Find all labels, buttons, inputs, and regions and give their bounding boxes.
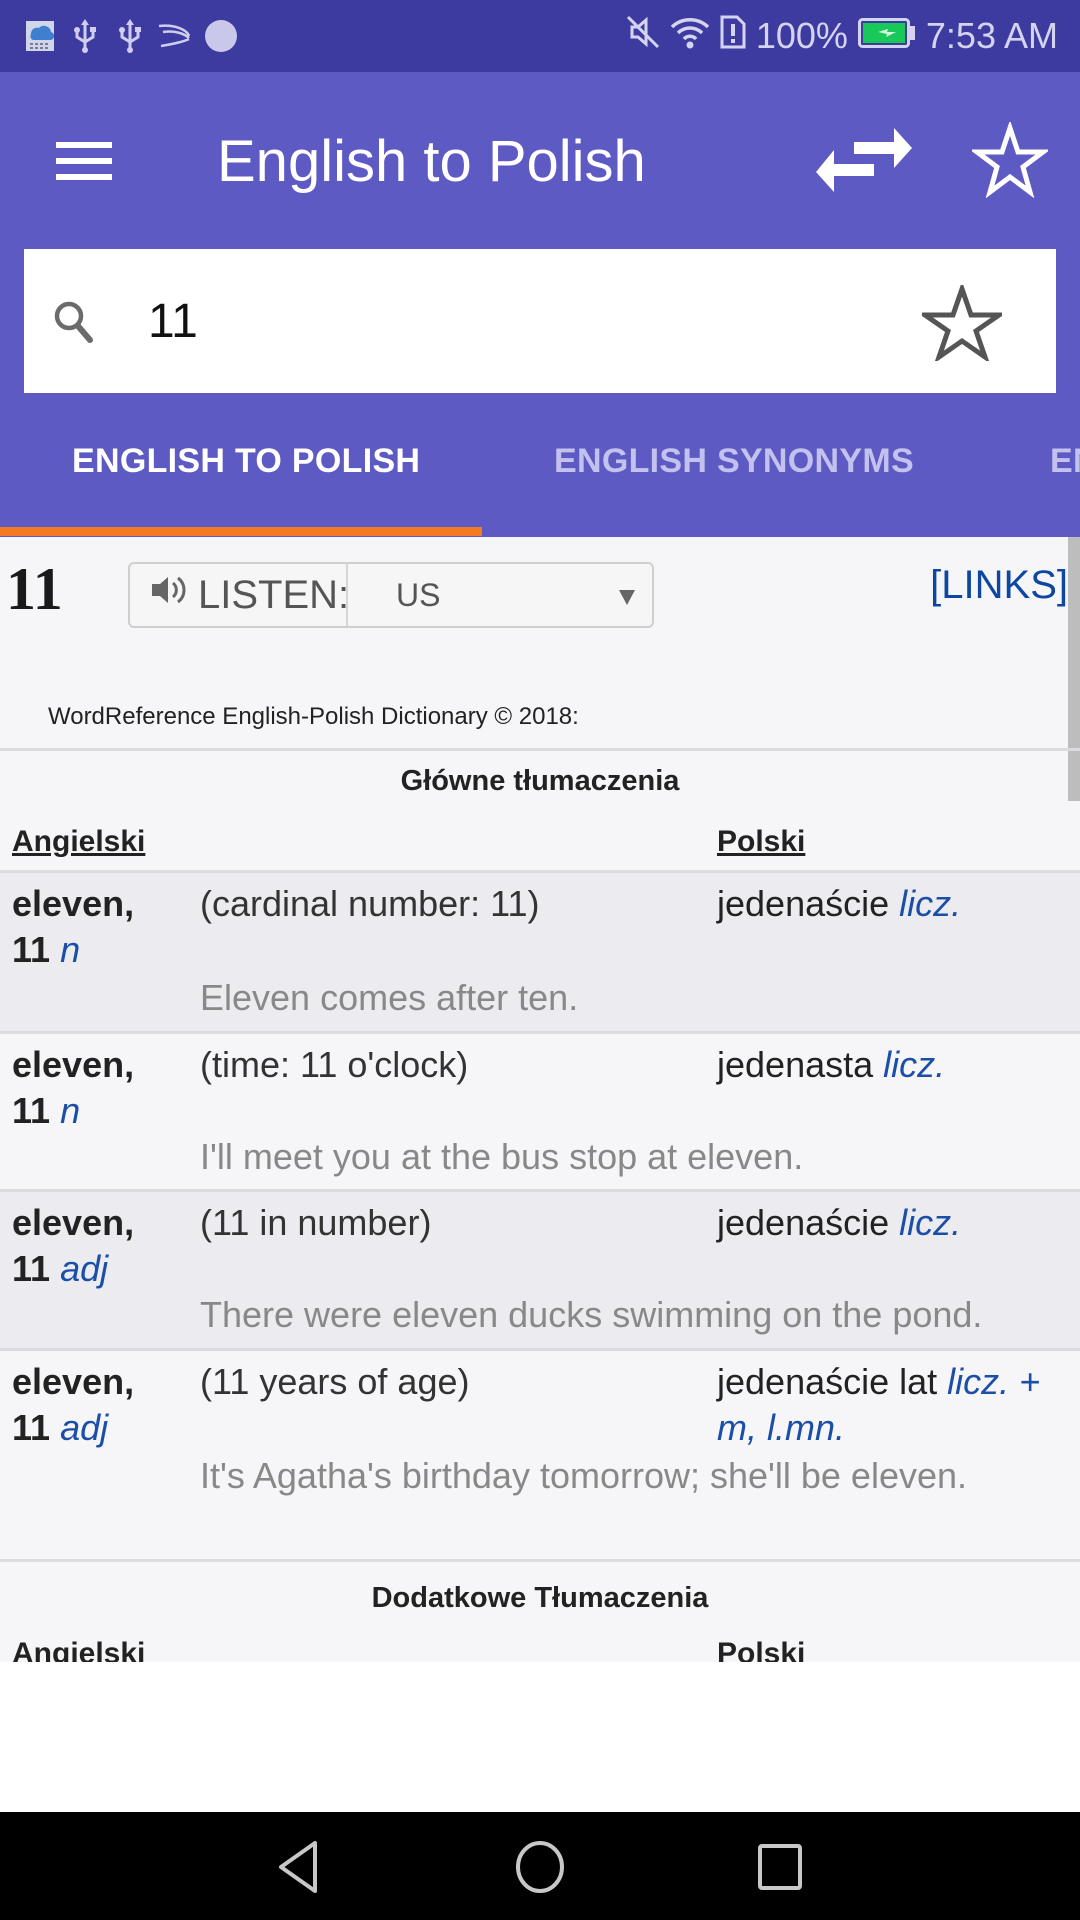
sense-description: (11 in number) (200, 1202, 432, 1243)
hamburger-menu-icon[interactable] (46, 134, 114, 190)
tab-english-partial[interactable]: EN (1050, 393, 1080, 529)
column-header-english: Angielski (12, 1637, 146, 1662)
recents-square-icon[interactable] (740, 1834, 820, 1900)
translation-row: eleven, 11 n (cardinal number: 11) jedena… (0, 873, 1080, 1031)
tab-english-synonyms[interactable]: ENGLISH SYNONYMS (554, 393, 914, 529)
mute-icon (626, 15, 660, 58)
status-right: 100% 7:53 AM (626, 0, 1058, 72)
column-header-polish: Polski (717, 1637, 806, 1662)
swiftkey-icon (156, 18, 192, 54)
dropdown-arrow-icon (618, 578, 636, 615)
accent-select[interactable]: US (350, 564, 650, 626)
sense-description: (time: 11 o'clock) (200, 1044, 469, 1085)
translation-row: eleven, 11 n (time: 11 o'clock) jedenasta… (0, 1034, 1080, 1189)
divider (0, 1559, 1080, 1562)
grammar-note: licz. (899, 883, 962, 924)
add-favorite-star-icon[interactable] (917, 281, 1007, 364)
column-header-polish: Polski (717, 825, 806, 858)
speaker-icon (150, 572, 188, 618)
polish-translation: jedenaście licz. (717, 883, 962, 924)
tab-bar: ENGLISH TO POLISH ENGLISH SYNONYMS EN (0, 393, 1080, 537)
home-circle-icon[interactable] (500, 1834, 580, 1900)
usb-icon (115, 18, 145, 54)
polish-translation: jedenaście licz. (717, 1202, 962, 1243)
example-sentence: It's Agatha's birthday tomorrow; she'll … (200, 1455, 968, 1496)
usb-icon (70, 18, 100, 54)
polish-translation: jedenasta licz. (717, 1044, 946, 1085)
tab-english-to-polish[interactable]: ENGLISH TO POLISH (72, 393, 420, 529)
dictionary-content[interactable]: 11 LISTEN: US [LINKS] WordReference Engl… (0, 537, 1080, 1662)
sense-description: (cardinal number: 11) (200, 883, 540, 924)
star-outline-icon[interactable] (969, 120, 1051, 199)
scrollbar[interactable] (1068, 537, 1080, 801)
active-tab-indicator (0, 527, 482, 536)
grammar-note: licz. (899, 1202, 962, 1243)
listen-control[interactable]: LISTEN: US (128, 562, 654, 628)
translation-row: eleven, 11 adj (11 in number) jedenaście … (0, 1192, 1080, 1348)
english-term: eleven, 11 adj (12, 1202, 135, 1289)
status-bar: 100% 7:53 AM (0, 0, 1080, 72)
translation-row: eleven, 11 adj (11 years of age) jedenaśc… (0, 1351, 1080, 1559)
part-of-speech: adj (60, 1407, 109, 1448)
dictionary-copyright: WordReference English-Polish Dictionary … (48, 703, 579, 730)
search-bar-area (0, 249, 1080, 393)
sim-alert-icon (720, 15, 746, 58)
example-sentence: There were eleven ducks swimming on the … (200, 1294, 983, 1335)
sense-description: (11 years of age) (200, 1361, 470, 1402)
headword: 11 (6, 556, 63, 622)
app-bar: English to Polish (0, 72, 1080, 249)
back-triangle-icon[interactable] (260, 1834, 340, 1900)
english-term: eleven, 11 adj (12, 1361, 135, 1448)
main-translations-title: Główne tłumaczenia (400, 765, 680, 797)
search-icon[interactable] (52, 299, 96, 345)
english-term: eleven, 11 n (12, 1044, 135, 1131)
swap-languages-icon[interactable] (812, 120, 916, 200)
wifi-icon (670, 15, 710, 58)
english-term: eleven, 11 n (12, 883, 135, 970)
listen-label: LISTEN: (198, 572, 350, 617)
battery-percent: 100% (755, 15, 848, 56)
accent-selected-value: US (396, 576, 441, 613)
weather-widget-icon (24, 18, 56, 54)
battery-charging-icon (857, 15, 916, 57)
app-title: English to Polish (217, 129, 646, 194)
part-of-speech: n (60, 929, 81, 970)
search-input[interactable] (148, 279, 828, 363)
example-sentence: Eleven comes after ten. (200, 977, 579, 1018)
part-of-speech: n (60, 1090, 81, 1131)
search-box[interactable] (24, 249, 1056, 393)
listen-button[interactable]: LISTEN: (130, 564, 350, 626)
additional-translations-title: Dodatkowe Tłumaczenia (371, 1582, 709, 1614)
column-header-english: Angielski (12, 825, 146, 858)
part-of-speech: adj (60, 1248, 109, 1289)
polish-translation: jedenaście lat licz. + m, l.mn. (717, 1361, 1041, 1448)
links-button[interactable]: [LINKS] (930, 563, 1068, 608)
clock: 7:53 AM (925, 15, 1058, 56)
navigation-bar (0, 1812, 1080, 1920)
divider (0, 748, 1080, 751)
grammar-note: licz. (883, 1044, 946, 1085)
example-sentence: I'll meet you at the bus stop at eleven. (200, 1136, 804, 1177)
circle-notification-icon (204, 18, 238, 54)
